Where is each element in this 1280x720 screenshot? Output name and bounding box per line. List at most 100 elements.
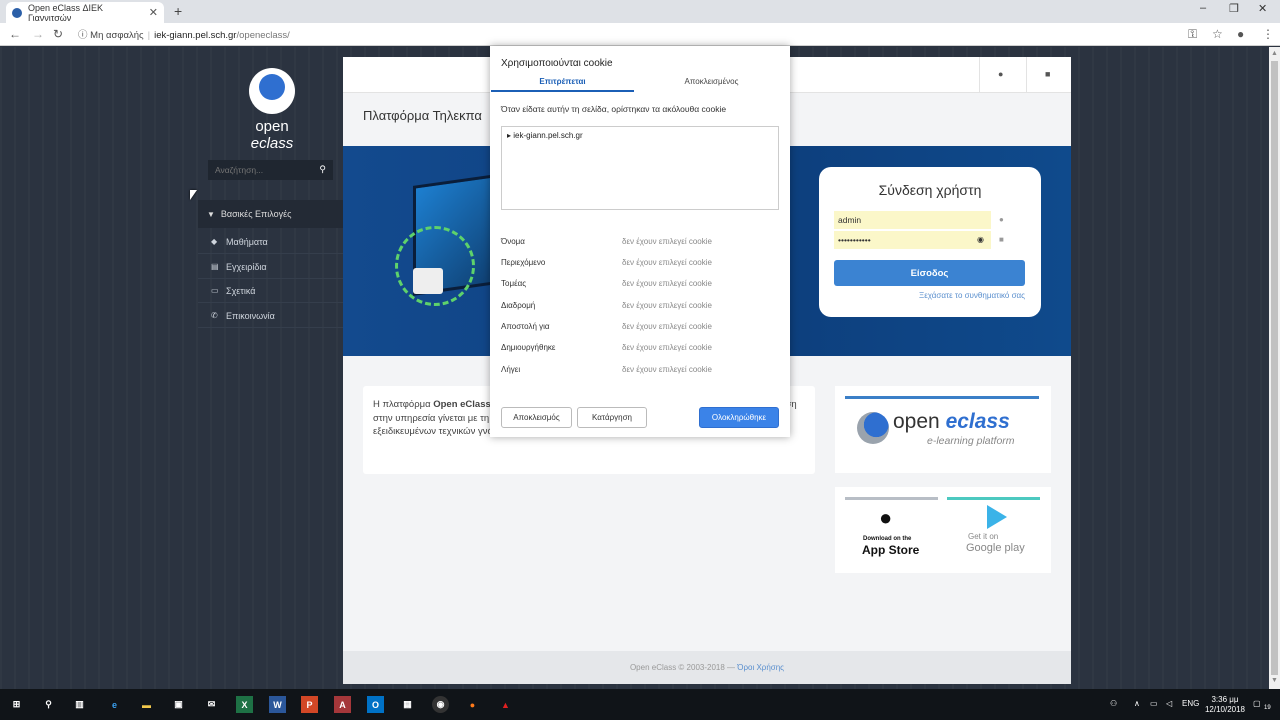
window-close-icon[interactable]: ✕ [1258, 2, 1267, 15]
dialog-description: Όταν είδατε αυτήν τη σελίδα, ορίστηκαν τ… [501, 104, 727, 114]
block-button[interactable]: Αποκλεισμός [501, 407, 572, 428]
gplay-small-text[interactable]: Get it on [968, 532, 998, 541]
language-indicator[interactable]: ENG [1182, 699, 1199, 708]
word-icon[interactable]: W [269, 696, 286, 713]
eclass-logo-icon [857, 412, 889, 444]
insecure-label: Μη ασφαλής [90, 30, 144, 41]
sidebar-search: ⚲ [208, 160, 333, 180]
tab-allowed[interactable]: Επιτρέπεται [491, 77, 634, 92]
forward-icon[interactable]: → [32, 27, 44, 41]
sidebar-item-label: Εγχειρίδια [226, 261, 267, 272]
address-bar[interactable]: ⓘ Μη ασφαλής | iek-giann.pel.sch.gr/openec… [78, 27, 290, 41]
login-box: Σύνδεση χρήστη admin ● ••••••••••• ◉ ■ Ε… [819, 167, 1041, 317]
outlook-icon[interactable]: O [367, 696, 384, 713]
cookie-field-row: Λήγει δεν έχουν επιλεγεί cookie [501, 365, 712, 374]
notifications-icon[interactable]: ▢ [1253, 699, 1261, 708]
sidebar-item-about[interactable]: ▭ Σχετικά [198, 279, 343, 303]
store-icon[interactable]: ▣ [170, 696, 187, 713]
sidebar-item-label: Επικοινωνία [226, 310, 275, 321]
cookie-field-row: Τομέας δεν έχουν επιλεγεί cookie [501, 279, 712, 288]
terms-link[interactable]: Όροι Χρήσης [737, 663, 784, 672]
cookie-field-row: Διαδρομή δεν έχουν επιλεγεί cookie [501, 301, 712, 310]
page-scrollbar[interactable]: ▲ ▼ [1269, 47, 1280, 689]
search-input[interactable] [208, 160, 313, 180]
app-store-promo: ● Download on the App Store Get it on Go… [835, 487, 1051, 573]
forgot-password-link[interactable]: Ξεχάσατε το συνθηματικό σας [919, 291, 1025, 300]
appstore-label[interactable]: App Store [862, 543, 919, 557]
edge-icon[interactable]: e [106, 696, 123, 713]
open-eclass-logo[interactable]: open eclass [232, 68, 312, 152]
menu-section-basic-options[interactable]: ▼ Βασικές Επιλογές [198, 200, 343, 228]
bookmark-star-icon[interactable]: ☆ [1212, 27, 1223, 41]
tab-close-icon[interactable]: ✕ [149, 6, 158, 19]
done-button[interactable]: Ολοκληρώθηκε [699, 407, 779, 428]
divider [979, 57, 980, 93]
browser-tab[interactable]: Open eClass ΔΙΕΚ Γιαννιτσών ✕ [6, 2, 164, 23]
maximize-icon[interactable]: ❐ [1229, 2, 1239, 15]
lock-icon[interactable]: ■ [1045, 69, 1050, 79]
windows-start-icon[interactable]: ⊞ [8, 696, 25, 713]
google-play-icon[interactable] [987, 505, 1007, 529]
tab-blocked[interactable]: Αποκλεισμένος [640, 77, 783, 92]
cookie-field-row: Δημιουργήθηκε δεν έχουν επιλεγεί cookie [501, 343, 712, 352]
powerpoint-icon[interactable]: P [301, 696, 318, 713]
minimize-icon[interactable]: – [1200, 2, 1206, 14]
eclass-promo[interactable]: open eclass e-learning platform [835, 386, 1051, 473]
sidebar-item-courses[interactable]: ◆ Μαθήματα [198, 230, 343, 254]
browser-menu-icon[interactable]: ⋮ [1262, 27, 1274, 41]
scroll-up-icon[interactable]: ▲ [1271, 50, 1278, 57]
calculator-icon[interactable]: ▦ [399, 696, 416, 713]
eclass-favicon-icon [12, 7, 22, 18]
mail-icon[interactable]: ✉ [203, 696, 220, 713]
login-button[interactable]: Είσοδος [834, 260, 1025, 286]
firefox-icon[interactable]: ● [464, 696, 481, 713]
info-icon: ⓘ [78, 30, 88, 41]
back-icon[interactable]: ← [9, 27, 21, 41]
taskbar-clock[interactable]: 3:36 μμ 12/10/2018 [1200, 695, 1250, 715]
url-path: /openeclass/ [236, 30, 290, 41]
scrollbar-thumb[interactable] [1271, 61, 1278, 675]
people-icon[interactable]: ⚇ [1110, 699, 1117, 708]
network-icon[interactable]: ▭ [1150, 699, 1158, 708]
cookies-dialog: Χρησιμοποιούνται cookie Επιτρέπεται Αποκ… [490, 46, 790, 437]
task-view-icon[interactable]: ▥ [71, 696, 88, 713]
search-icon[interactable]: ⚲ [40, 696, 57, 713]
access-icon[interactable]: A [334, 696, 351, 713]
apple-icon[interactable]: ● [879, 505, 892, 531]
cookie-tree[interactable]: ▸ iek-giann.pel.sch.gr [501, 126, 779, 210]
acrobat-icon[interactable]: ▲ [497, 696, 514, 713]
menu-section-label: Βασικές Επιλογές [220, 209, 292, 219]
eye-icon[interactable]: ◉ [977, 235, 984, 244]
username-field[interactable]: admin [834, 211, 991, 229]
cookie-field-row: Περιεχόμενο δεν έχουν επιλεγεί cookie [501, 258, 712, 267]
eclass-logo-icon [249, 68, 295, 114]
cookie-domain-item[interactable]: iek-giann.pel.sch.gr [513, 131, 582, 140]
gplay-label[interactable]: Google play [966, 542, 1025, 554]
clock-date: 12/10/2018 [1204, 705, 1246, 714]
cookie-field-row: Αποστολή για δεν έχουν επιλεγεί cookie [501, 322, 712, 331]
profile-icon[interactable]: ● [1237, 27, 1244, 41]
remove-button[interactable]: Κατάργηση [577, 407, 647, 428]
reload-icon[interactable]: ↻ [53, 27, 63, 41]
globe-icon[interactable]: ● [998, 69, 1003, 79]
scroll-down-icon[interactable]: ▼ [1271, 677, 1278, 684]
tray-chevron-icon[interactable]: ∧ [1134, 699, 1140, 708]
sidebar-item-manuals[interactable]: ▤ Εγχειρίδια [198, 255, 343, 279]
sidebar-item-contact[interactable]: ✆ Επικοινωνία [198, 304, 343, 328]
excel-icon[interactable]: X [236, 696, 253, 713]
mouse-cursor-icon [190, 190, 197, 200]
key-icon[interactable]: ⚿ [1188, 27, 1197, 42]
volume-icon[interactable]: ◁ [1166, 699, 1172, 708]
divider [1026, 57, 1027, 93]
password-field[interactable]: ••••••••••• [834, 231, 991, 249]
file-explorer-icon[interactable]: ▬ [138, 696, 155, 713]
appstore-small-text[interactable]: Download on the [863, 536, 911, 542]
lock-icon: ■ [999, 235, 1004, 244]
search-icon[interactable]: ⚲ [319, 164, 326, 175]
graduation-cap-icon: ◆ [211, 237, 218, 246]
expand-arrow-icon[interactable]: ▸ [507, 131, 511, 140]
new-tab-icon[interactable]: + [174, 3, 182, 19]
promo-bar [845, 497, 938, 500]
chrome-icon[interactable]: ◉ [432, 696, 449, 713]
page-footer: Open eClass © 2003-2018 — Όροι Χρήσης [343, 651, 1071, 684]
